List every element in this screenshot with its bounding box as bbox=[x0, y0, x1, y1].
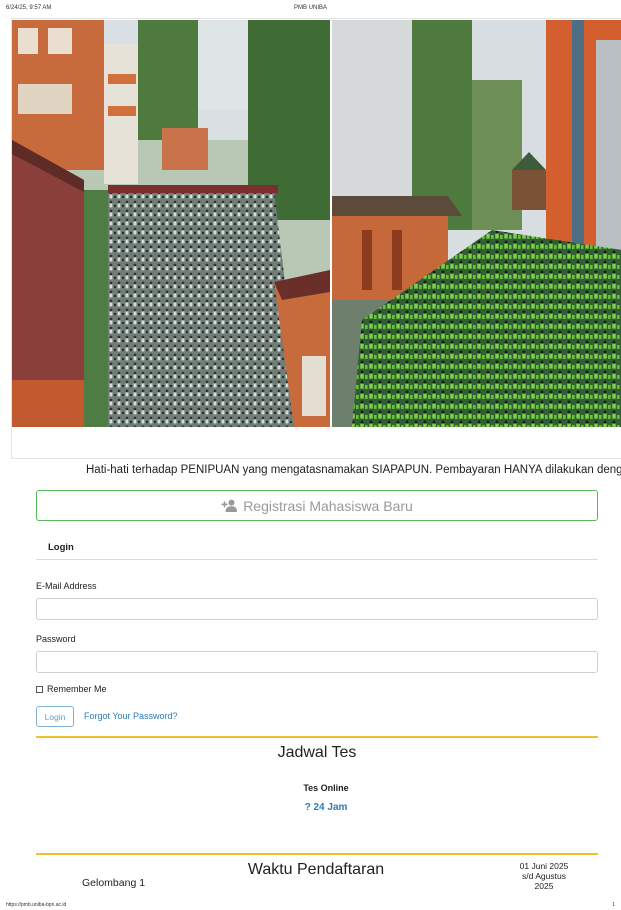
fraud-warning-marquee: Hati-hati terhadap PENIPUAN yang mengata… bbox=[86, 464, 621, 476]
schedule-subtitle: Tes Online bbox=[303, 783, 349, 793]
banner-carousel bbox=[11, 18, 621, 459]
print-page-title: PMB UNIBA bbox=[293, 5, 327, 11]
email-label: E-Mail Address bbox=[36, 581, 97, 591]
password-label: Password bbox=[36, 634, 76, 644]
registration-period-title: Waktu Pendaftaran bbox=[247, 861, 385, 878]
date-line-3: 2025 bbox=[534, 881, 554, 891]
print-page-number: 1 bbox=[612, 902, 615, 908]
campus-photo-right bbox=[332, 20, 621, 427]
print-url: https://pmb.uniba-bpn.ac.id bbox=[6, 902, 67, 908]
print-header: 6/24/25, 9:57 AM PMB UNIBA bbox=[0, 0, 621, 14]
login-button[interactable]: Login bbox=[36, 706, 74, 727]
login-header-divider bbox=[36, 559, 598, 560]
register-new-student-button[interactable]: Registrasi Mahasiswa Baru bbox=[36, 490, 598, 521]
print-footer: https://pmb.uniba-bpn.ac.id 1 bbox=[0, 900, 621, 910]
login-card-header: Login bbox=[48, 542, 74, 553]
remember-me-row[interactable]: Remember Me bbox=[36, 684, 107, 694]
schedule-time: ? 24 Jam bbox=[304, 802, 348, 813]
date-line-1: 01 Juni 2025 bbox=[519, 861, 569, 871]
registration-date-range: 01 Juni 2025 s/d Agustus 2025 bbox=[506, 861, 582, 891]
schedule-divider bbox=[36, 736, 598, 738]
schedule-title: Jadwal Tes bbox=[277, 744, 357, 761]
remember-me-label: Remember Me bbox=[47, 684, 107, 694]
user-plus-icon bbox=[221, 499, 238, 512]
campus-photo-left bbox=[12, 20, 330, 427]
password-field[interactable] bbox=[36, 651, 598, 673]
register-button-label: Registrasi Mahasiswa Baru bbox=[243, 497, 413, 514]
registration-wave-label: Gelombang 1 bbox=[82, 877, 146, 889]
email-field[interactable] bbox=[36, 598, 598, 620]
date-line-2: s/d Agustus bbox=[522, 871, 566, 881]
forgot-password-link[interactable]: Forgot Your Password? bbox=[84, 711, 178, 721]
remember-me-checkbox[interactable] bbox=[36, 685, 43, 693]
registration-period-divider bbox=[36, 853, 598, 855]
